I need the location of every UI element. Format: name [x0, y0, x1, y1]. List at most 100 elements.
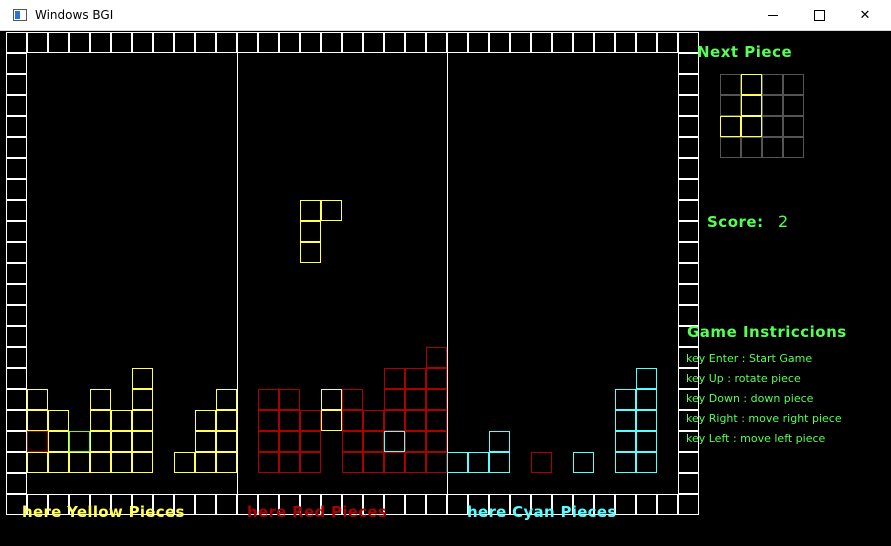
- wall-block: [678, 263, 699, 284]
- red-stack-block: [27, 431, 48, 452]
- red-stack-block: [342, 410, 363, 431]
- cyan-stack-block: [636, 410, 657, 431]
- cyan-stack-block: [531, 452, 552, 473]
- wall-block: [678, 242, 699, 263]
- score-value: 2: [778, 212, 789, 231]
- next-piece-grid-cell: [762, 95, 783, 116]
- instruction-enter: key Enter : Start Game: [686, 352, 813, 365]
- wall-block: [678, 137, 699, 158]
- cyan-stack-block: [489, 431, 510, 452]
- red-stack-block: [384, 368, 405, 389]
- wall-block: [363, 32, 384, 53]
- game-canvas[interactable]: Next Piece Score: 2 Game Instriccions ke…: [0, 31, 891, 546]
- wall-block: [6, 179, 27, 200]
- wall-block: [657, 494, 678, 515]
- yellow-stack-block: [216, 389, 237, 410]
- yellow-stack-block: [111, 431, 132, 452]
- falling-piece-block: [300, 242, 321, 263]
- wall-block: [300, 32, 321, 53]
- falling-piece-block: [300, 200, 321, 221]
- wall-block: [384, 494, 405, 515]
- red-stack-block: [258, 452, 279, 473]
- red-stack-block: [258, 389, 279, 410]
- wall-block: [636, 494, 657, 515]
- wall-block: [6, 74, 27, 95]
- next-piece-grid-cell: [783, 74, 804, 95]
- close-icon: ✕: [859, 8, 871, 23]
- cyan-stack-block: [615, 431, 636, 452]
- next-piece-grid-cell: [762, 137, 783, 158]
- next-piece-grid-cell: [720, 116, 741, 137]
- maximize-button[interactable]: [796, 0, 842, 31]
- falling-piece-block: [300, 221, 321, 242]
- instruction-right: key Right : move right piece: [686, 412, 842, 425]
- red-stack-block: [531, 452, 552, 473]
- next-piece-block: [720, 116, 741, 137]
- yellow-stack-block: [90, 452, 111, 473]
- wall-block: [153, 32, 174, 53]
- wall-block: [69, 32, 90, 53]
- wall-block: [279, 32, 300, 53]
- wall-block: [27, 32, 48, 53]
- red-stack-block: [384, 431, 405, 452]
- wall-block: [678, 74, 699, 95]
- wall-block: [678, 494, 699, 515]
- red-stack-block: [384, 410, 405, 431]
- window-title: Windows BGI: [35, 8, 114, 22]
- minimize-icon: [768, 15, 778, 16]
- maximize-icon: [813, 10, 825, 21]
- cyan-stack-block: [615, 452, 636, 473]
- red-stack-block: [258, 431, 279, 452]
- wall-block: [6, 53, 27, 74]
- red-stack-block: [279, 452, 300, 473]
- red-stack-block: [405, 389, 426, 410]
- yellow-stack-block: [90, 431, 111, 452]
- yellow-stack-block: [132, 452, 153, 473]
- minimize-button[interactable]: [750, 0, 796, 31]
- wall-block: [510, 32, 531, 53]
- yellow-stack-block: [132, 410, 153, 431]
- yellow-stack-block: [195, 431, 216, 452]
- red-stack-block: [300, 452, 321, 473]
- close-button[interactable]: ✕: [842, 0, 888, 31]
- wall-block: [6, 368, 27, 389]
- legend-yellow: here Yellow Pieces: [22, 503, 185, 521]
- cyan-stack-block: [636, 452, 657, 473]
- yellow-stack-block: [48, 410, 69, 431]
- wall-block: [90, 32, 111, 53]
- yellow-stack-block: [111, 410, 132, 431]
- yellow-stack-block: [216, 410, 237, 431]
- cyan-stack-block: [636, 431, 657, 452]
- wall-block: [384, 32, 405, 53]
- next-piece-title: Next Piece: [697, 43, 793, 61]
- wall-block: [321, 32, 342, 53]
- next-piece-grid-cell: [783, 137, 804, 158]
- wall-block: [678, 200, 699, 221]
- next-piece-grid-cell: [741, 137, 762, 158]
- wall-block: [594, 32, 615, 53]
- wall-block: [6, 347, 27, 368]
- wall-block: [573, 32, 594, 53]
- wall-block: [678, 473, 699, 494]
- yellow-stack-block: [132, 389, 153, 410]
- next-piece-grid-cell: [720, 74, 741, 95]
- wall-block: [405, 32, 426, 53]
- wall-block: [6, 326, 27, 347]
- wall-block: [657, 32, 678, 53]
- next-piece-grid-cell: [762, 116, 783, 137]
- app-icon: [13, 9, 27, 21]
- wall-block: [678, 452, 699, 473]
- yellow-stack-block: [69, 431, 90, 452]
- yellow-stack-block: [48, 452, 69, 473]
- wall-block: [468, 32, 489, 53]
- cyan-stack-block: [489, 452, 510, 473]
- wall-block: [216, 494, 237, 515]
- wall-block: [678, 284, 699, 305]
- green-stack-block: [69, 431, 90, 452]
- yellow-stack-block: [195, 410, 216, 431]
- red-stack-block: [426, 431, 447, 452]
- legend-cyan: here Cyan Pieces: [467, 503, 617, 521]
- wall-block: [6, 116, 27, 137]
- wall-block: [195, 32, 216, 53]
- yellow-stack-block: [27, 389, 48, 410]
